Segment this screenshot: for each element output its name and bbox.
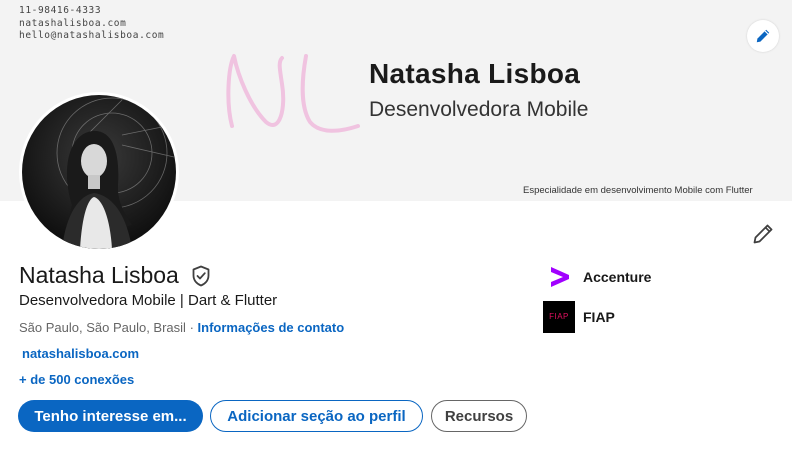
- banner-role: Desenvolvedora Mobile: [369, 98, 589, 121]
- add-profile-section-button[interactable]: Adicionar seção ao perfil: [210, 400, 423, 432]
- contact-info-link[interactable]: Informações de contato: [198, 320, 345, 335]
- banner-name: Natasha Lisboa: [369, 58, 581, 89]
- website-link[interactable]: natashalisboa.com: [22, 346, 139, 361]
- edit-intro-button[interactable]: [748, 219, 778, 249]
- banner-contact-lines: 11-98416-4333 natashalisboa.com hello@na…: [19, 5, 164, 43]
- profile-headline: Desenvolvedora Mobile | Dart & Flutter: [19, 292, 278, 309]
- avatar[interactable]: [19, 92, 179, 252]
- org-accenture[interactable]: Accenture: [543, 262, 651, 292]
- open-to-button[interactable]: Tenho interesse em...: [18, 400, 203, 432]
- verified-shield-icon[interactable]: [191, 265, 211, 287]
- pencil-icon: [756, 29, 770, 43]
- resources-button[interactable]: Recursos: [431, 400, 527, 432]
- pencil-icon: [753, 224, 773, 244]
- location-line: São Paulo, São Paulo, Brasil · Informaçõ…: [19, 320, 344, 335]
- banner-website: natashalisboa.com: [19, 17, 127, 29]
- separator-dot: ·: [189, 320, 194, 335]
- profile-name: Natasha Lisboa: [19, 262, 179, 288]
- profile-photo: [22, 95, 176, 249]
- profile-page: 11-98416-4333 natashalisboa.com hello@na…: [0, 0, 792, 450]
- banner-phone: 11-98416-4333: [19, 5, 102, 16]
- edit-banner-button[interactable]: [747, 20, 779, 52]
- banner-monogram-logo: NL: [226, 54, 360, 133]
- banner-specialty: Especialidade em desenvolvimento Mobile …: [523, 185, 753, 196]
- fiap-logo: FIAP: [543, 300, 575, 333]
- avatar-photo: [22, 95, 176, 249]
- connections-link[interactable]: + de 500 conexões: [19, 372, 134, 387]
- banner-email: hello@natashalisboa.com: [19, 30, 165, 41]
- accenture-chevron-icon: [543, 261, 575, 293]
- org-name: FIAP: [583, 308, 615, 325]
- profile-location: São Paulo, São Paulo, Brasil: [19, 320, 186, 335]
- org-name: Accenture: [583, 269, 652, 285]
- org-fiap[interactable]: FIAP FIAP: [543, 300, 615, 333]
